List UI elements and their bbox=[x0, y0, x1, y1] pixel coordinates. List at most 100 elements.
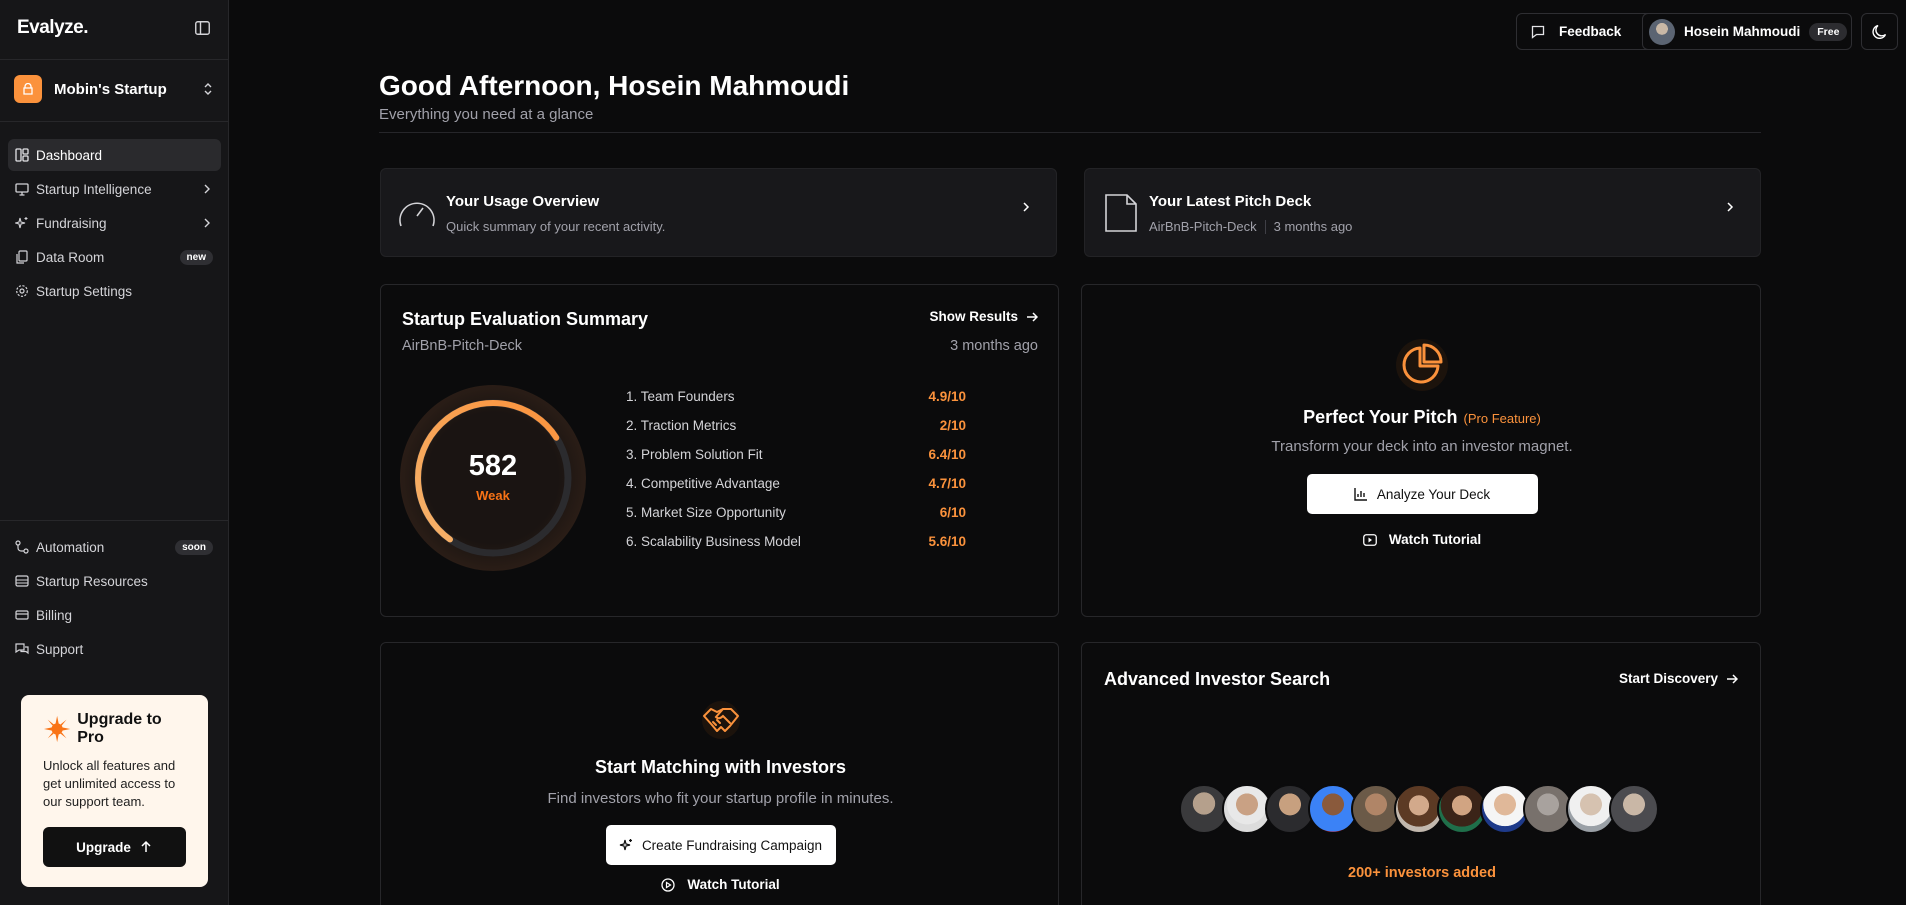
pitch-deck-title: Your Latest Pitch Deck bbox=[1149, 193, 1312, 210]
plan-badge: Free bbox=[1809, 22, 1848, 41]
sidebar-item-startup-resources[interactable]: Startup Resources bbox=[8, 565, 221, 597]
file-icon bbox=[1105, 194, 1137, 232]
metrics-list: 1. Team Founders 4.9/10 2. Traction Metri… bbox=[626, 389, 966, 563]
watch-tutorial-label: Watch Tutorial bbox=[687, 877, 780, 892]
sidebar-item-label: Startup Intelligence bbox=[36, 181, 152, 197]
sidebar-item-label: Billing bbox=[36, 607, 73, 623]
show-results-link[interactable]: Show Results bbox=[929, 309, 1038, 324]
workflow-icon bbox=[15, 540, 29, 554]
metric-value: 6.4/10 bbox=[928, 447, 966, 462]
chevron-right-icon bbox=[1727, 202, 1734, 212]
watch-tutorial-link[interactable]: Watch Tutorial bbox=[1362, 532, 1482, 547]
sunburst-icon bbox=[43, 715, 71, 743]
metric-row: 6. Scalability Business Model 5.6/10 bbox=[626, 534, 966, 563]
pitch-deck-file: AirBnB-Pitch-Deck bbox=[1149, 219, 1257, 234]
avatar bbox=[1649, 18, 1675, 45]
sidebar-item-label: Startup Settings bbox=[36, 283, 133, 299]
matching-title: Start Matching with Investors bbox=[594, 757, 847, 777]
metric-value: 5.6/10 bbox=[928, 534, 966, 549]
sidebar-item-label: Automation bbox=[36, 539, 105, 555]
arrow-right-icon bbox=[1027, 311, 1038, 322]
sidebar-toggle-icon[interactable] bbox=[195, 21, 210, 35]
evaluation-file: AirBnB-Pitch-Deck bbox=[402, 338, 523, 354]
metric-value: 4.9/10 bbox=[928, 389, 966, 404]
sidebar-item-startup-intelligence[interactable]: Startup Intelligence bbox=[8, 173, 221, 205]
moon-icon bbox=[1871, 24, 1886, 39]
new-badge: new bbox=[179, 249, 213, 265]
evaluation-time: 3 months ago bbox=[950, 338, 1038, 354]
dashboard-icon bbox=[15, 148, 29, 162]
pro-feature-tag: (Pro Feature) bbox=[1463, 411, 1541, 426]
soon-badge: soon bbox=[175, 539, 213, 555]
page-title: Good Afternoon, Hosein Mahmoudi bbox=[379, 70, 850, 101]
chevrons-up-down-icon bbox=[204, 83, 212, 95]
metric-label: 1. Team Founders bbox=[626, 389, 735, 404]
gear-icon bbox=[16, 285, 28, 297]
metric-label: 5. Market Size Opportunity bbox=[626, 505, 786, 520]
analyze-deck-label: Analyze Your Deck bbox=[1376, 486, 1491, 502]
create-campaign-button[interactable]: Create Fundraising Campaign bbox=[605, 825, 836, 865]
investor-avatars bbox=[1179, 784, 1659, 834]
chevron-right-icon bbox=[204, 184, 210, 194]
metric-value: 4.7/10 bbox=[928, 476, 966, 491]
score-rating: Weak bbox=[476, 488, 510, 503]
arrow-up-icon bbox=[141, 840, 151, 852]
sidebar-item-dashboard[interactable]: Dashboard bbox=[8, 139, 221, 171]
investor-search-card: Advanced Investor Search Start Discovery… bbox=[1081, 642, 1761, 905]
brand-logo[interactable]: Evalyze. bbox=[17, 17, 88, 39]
pitch-deck-time: 3 months ago bbox=[1273, 219, 1353, 234]
metric-value: 6/10 bbox=[939, 505, 966, 520]
sparkles-icon bbox=[619, 839, 632, 851]
watch-tutorial-label: Watch Tutorial bbox=[1388, 532, 1482, 547]
user-name: Hosein Mahmoudi bbox=[1684, 24, 1801, 39]
sidebar-item-fundraising[interactable]: Fundraising bbox=[8, 207, 221, 239]
sidebar-item-startup-settings[interactable]: Startup Settings bbox=[8, 275, 221, 307]
metric-row: 3. Problem Solution Fit 6.4/10 bbox=[626, 447, 966, 476]
feedback-label: Feedback bbox=[1559, 24, 1622, 39]
sidebar-item-label: Fundraising bbox=[36, 215, 107, 231]
sidebar-item-label: Data Room bbox=[36, 249, 105, 265]
create-campaign-label: Create Fundraising Campaign bbox=[641, 837, 823, 853]
evaluation-title: Startup Evaluation Summary bbox=[402, 309, 649, 329]
matching-subtitle: Find investors who fit your startup prof… bbox=[547, 790, 894, 807]
divider bbox=[0, 520, 229, 521]
user-menu[interactable]: Hosein Mahmoudi Free bbox=[1642, 13, 1852, 50]
metric-row: 1. Team Founders 4.9/10 bbox=[626, 389, 966, 418]
usage-subtitle: Quick summary of your recent activity. bbox=[446, 219, 666, 234]
score-value: 582 bbox=[468, 450, 518, 482]
bar-chart-icon bbox=[1354, 488, 1367, 501]
divider bbox=[0, 59, 229, 60]
upgrade-button[interactable]: Upgrade bbox=[43, 827, 186, 867]
org-name: Mobin's Startup bbox=[54, 80, 167, 98]
latest-pitch-deck-card[interactable]: Your Latest Pitch Deck AirBnB-Pitch-Deck… bbox=[1084, 168, 1761, 257]
start-discovery-link[interactable]: Start Discovery bbox=[1619, 671, 1738, 686]
org-logo-icon bbox=[14, 75, 42, 103]
watch-tutorial-link[interactable]: Watch Tutorial bbox=[661, 877, 780, 892]
sidebar-item-automation[interactable]: Automation soon bbox=[8, 531, 221, 563]
metric-label: 3. Problem Solution Fit bbox=[626, 447, 763, 462]
sidebar-item-label: Dashboard bbox=[36, 147, 103, 163]
sidebar-item-billing[interactable]: Billing bbox=[8, 599, 221, 631]
library-icon bbox=[15, 575, 29, 587]
sidebar: Evalyze. Mobin's Startup Dashboard Start… bbox=[0, 0, 229, 905]
metric-row: 4. Competitive Advantage 4.7/10 bbox=[626, 476, 966, 505]
investor-count: 200+ investors added bbox=[1348, 865, 1496, 881]
org-switcher[interactable]: Mobin's Startup bbox=[14, 75, 214, 103]
divider bbox=[379, 132, 1761, 133]
usage-overview-card[interactable]: Your Usage Overview Quick summary of you… bbox=[380, 168, 1057, 257]
analyze-deck-button[interactable]: Analyze Your Deck bbox=[1306, 474, 1538, 514]
youtube-icon bbox=[1362, 533, 1377, 546]
metric-label: 4. Competitive Advantage bbox=[626, 476, 780, 491]
metric-value: 2/10 bbox=[939, 418, 966, 433]
handshake-icon bbox=[701, 701, 740, 739]
start-discovery-label: Start Discovery bbox=[1618, 671, 1718, 686]
theme-toggle-button[interactable] bbox=[1861, 13, 1898, 50]
upgrade-title: Upgrade to Pro bbox=[77, 711, 162, 746]
page-subtitle: Everything you need at a glance bbox=[379, 106, 594, 123]
metric-row: 5. Market Size Opportunity 6/10 bbox=[626, 505, 966, 534]
upgrade-card: Upgrade to Pro Unlock all features and g… bbox=[21, 695, 208, 887]
sidebar-item-data-room[interactable]: Data Room new bbox=[8, 241, 221, 273]
perfect-pitch-card: Perfect Your Pitch (Pro Feature) Transfo… bbox=[1081, 284, 1761, 617]
evaluation-summary-card: Startup Evaluation Summary Show Results … bbox=[380, 284, 1059, 617]
sidebar-item-support[interactable]: Support bbox=[8, 633, 221, 665]
